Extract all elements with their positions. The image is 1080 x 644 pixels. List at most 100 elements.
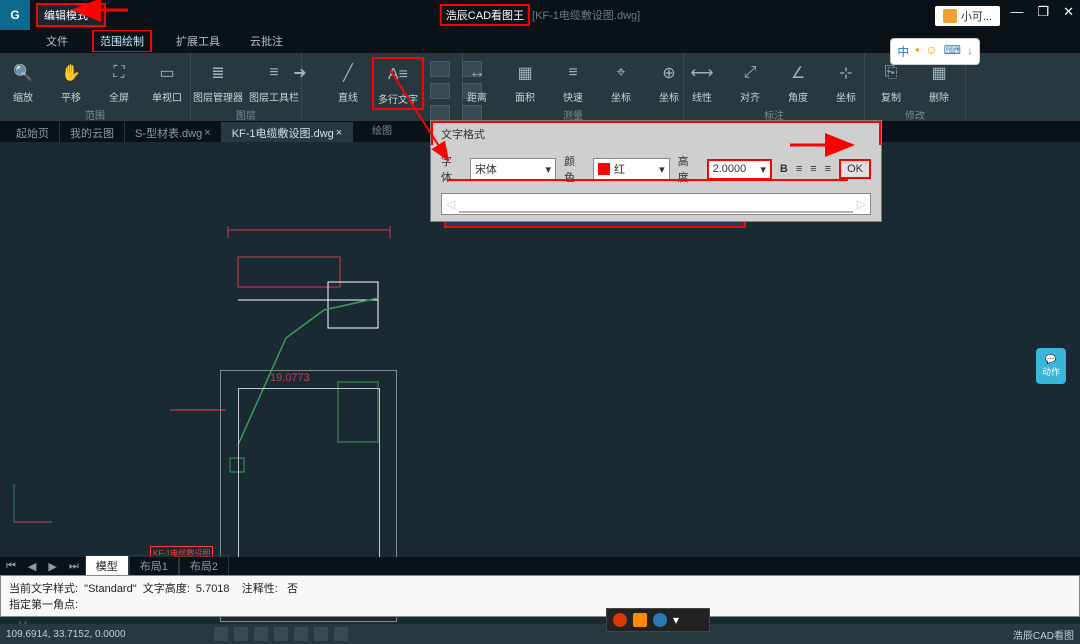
layout-tab-2[interactable]: 布局2 [179,555,229,577]
ordinate-icon: ⊹ [832,59,860,87]
zoom-button[interactable]: 🔍缩放 [0,57,47,106]
circle-button[interactable] [430,83,450,99]
snap-toggle[interactable] [214,627,228,641]
aligned-icon: ⤢ [736,59,764,87]
align-center-button[interactable]: ≡ [810,163,816,175]
ime-keyboard[interactable]: ⌨ [944,43,961,60]
ime-toolbar[interactable]: 中 • ☺ ⌨ ↓ [890,38,980,65]
distance-icon: ↔ [463,59,491,87]
ellipse-button[interactable] [430,105,450,121]
ribbon-group-view: 🔍缩放 ✋平移 ⛶全屏 ▭单视口 范围 [0,53,191,121]
tray-icon-1[interactable] [613,613,627,627]
menu-extend[interactable]: 扩展工具 [170,31,226,51]
ribbon-label-layer: 图层 [236,106,256,123]
menu-draw[interactable]: 范围绘制 [92,29,152,53]
osnap-toggle[interactable] [294,627,308,641]
fullscreen-icon: ⛶ [105,59,133,87]
tab-left-icon[interactable]: ◁ [442,197,459,211]
chevron-down-icon: ▾ [760,163,766,176]
fullscreen-button[interactable]: ⛶全屏 [95,57,143,106]
tab-nav-first[interactable]: ⏮ [0,560,22,573]
font-label: 字体 [441,153,462,185]
tray-expand-icon[interactable]: ▾ [673,613,687,627]
ime-lang[interactable]: 中 [897,43,909,60]
height-input[interactable]: 2.0000▾ [707,159,772,180]
tab-nav-prev[interactable]: ◀ [22,560,42,573]
close-icon[interactable]: × [336,127,342,139]
color-label: 颜色 [564,153,585,185]
ribbon-group-draw: ➜ ╱直线 A≡多行文字 绘图 [302,53,463,121]
ruler[interactable]: ◁ ▷ [441,193,871,215]
pan-button[interactable]: ✋平移 [47,57,95,106]
layout-tabs: ⏮ ◀ ▶ ⏭ 模型 布局1 布局2 [0,557,1080,575]
mode-dropdown[interactable]: 编辑模式 ▾ [36,3,106,27]
tray-icon-2[interactable] [633,613,647,627]
close-icon[interactable]: × [204,127,210,139]
font-select[interactable]: 宋体▾ [470,158,556,180]
distance-button[interactable]: ↔距离 [453,57,501,106]
layout-tab-1[interactable]: 布局1 [129,555,179,577]
text-format-panel[interactable]: 文字格式 字体 宋体▾ 颜色 红▾ 高度 2.0000▾ B ≡ ≡ ≡ OK … [430,120,882,222]
panel-controls: 字体 宋体▾ 颜色 红▾ 高度 2.0000▾ B ≡ ≡ ≡ OK [431,145,881,193]
layout-tab-model[interactable]: 模型 [85,555,129,577]
color-select[interactable]: 红▾ [593,158,670,180]
close-button[interactable]: ✕ [1063,4,1074,20]
line-button[interactable]: ╱直线 [324,57,372,106]
menu-file[interactable]: 文件 [40,31,74,51]
tab-right-icon[interactable]: ▷ [853,197,870,211]
coord-button[interactable]: ⌖坐标 [597,57,645,106]
user-name: 小可... [961,8,992,24]
aligned-button[interactable]: ⤢对齐 [726,57,774,106]
polar-toggle[interactable] [274,627,288,641]
tray-icon-3[interactable] [653,613,667,627]
tab-doc-1[interactable]: S-型材表.dwg× [125,122,222,144]
minimize-button[interactable]: — [1010,4,1023,20]
ribbon-label-view: 范围 [85,106,105,123]
align-left-button[interactable]: ≡ [796,163,802,175]
tab-doc-2[interactable]: KF-1电缆敷设图.dwg× [222,122,354,144]
ordinate-button[interactable]: ⊹坐标 [822,57,870,106]
grid-toggle[interactable] [234,627,248,641]
tab-nav-next[interactable]: ▶ [42,560,62,573]
ortho-toggle[interactable] [254,627,268,641]
otrack-toggle[interactable] [314,627,328,641]
maximize-button[interactable]: ❐ [1037,4,1049,20]
user-account[interactable]: 小可... [935,6,1000,26]
area-button[interactable]: ▦面积 [501,57,549,106]
mtext-button[interactable]: A≡多行文字 [372,57,424,110]
ime-emoji[interactable]: ☺ [925,43,937,60]
app-name: 浩辰CAD看图王 [440,4,530,26]
ime-more[interactable]: ↓ [967,43,973,60]
tab-cloud[interactable]: 我的云图 [60,122,125,144]
command-line[interactable]: 当前文字样式: "Standard" 文字高度: 5.7018 注释性: 否 指… [0,575,1080,617]
tab-nav-last[interactable]: ⏭ [63,560,85,573]
window-title: 浩辰CAD看图王 [KF-1电缆敷设图.dwg] [440,4,640,26]
rect-button[interactable] [430,61,450,77]
chevron-down-icon: ▾ [659,163,665,176]
align-right-button[interactable]: ≡ [825,163,831,175]
lwt-toggle[interactable] [334,627,348,641]
chevron-down-icon: ▾ [92,9,98,22]
layer-manager-button[interactable]: ≣图层管理器 [190,57,246,106]
status-right: 浩辰CAD看图 [1013,627,1074,642]
ribbon-label-draw: 绘图 [372,121,392,138]
menu-cloud[interactable]: 云批注 [244,31,289,51]
arrow-button[interactable]: ➜ [276,57,324,102]
action-widget[interactable]: 💬 动作 [1036,348,1066,384]
angle-icon: ∠ [784,59,812,87]
hand-icon: ✋ [57,59,85,87]
title-bar: G 编辑模式 ▾ 浩辰CAD看图王 [KF-1电缆敷设图.dwg] 小可... … [0,0,1080,30]
bold-button[interactable]: B [780,163,788,175]
angle-button[interactable]: ∠角度 [774,57,822,106]
chevron-down-icon: ▾ [546,163,552,176]
ok-button[interactable]: OK [839,159,871,179]
linear-button[interactable]: ⟷线性 [678,57,726,106]
ime-punct[interactable]: • [915,43,919,60]
tab-start[interactable]: 起始页 [6,122,60,144]
viewport-button[interactable]: ▭单视口 [143,57,191,106]
app-logo[interactable]: G [0,0,30,30]
quick-button[interactable]: ≡快速 [549,57,597,106]
ribbon-group-annotate: ⟷线性 ⤢对齐 ∠角度 ⊹坐标 标注 [684,53,865,121]
system-tray: ▾ [606,608,710,632]
line-icon: ╱ [334,59,362,87]
